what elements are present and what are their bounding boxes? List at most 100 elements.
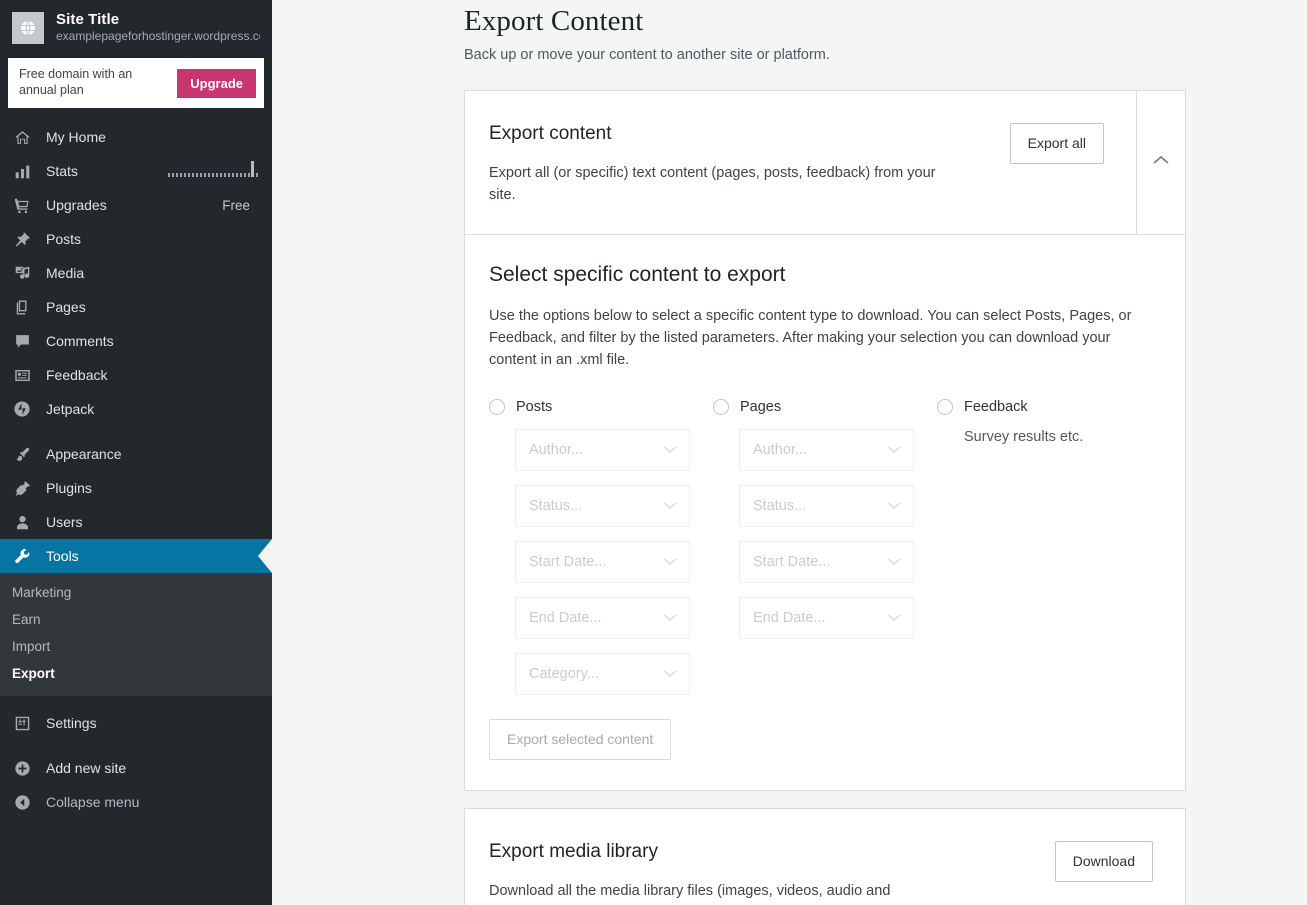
sidebar-item-settings[interactable]: Settings <box>0 706 272 740</box>
active-pointer-arrow <box>258 539 272 573</box>
brush-icon <box>12 444 32 464</box>
submenu-item-marketing[interactable]: Marketing <box>0 579 272 606</box>
sidebar-item-add-new-site[interactable]: Add new site <box>0 751 272 785</box>
feedback-note: Survey results etc. <box>937 429 1161 445</box>
posts-start-date-select[interactable]: Start Date... <box>515 541 690 583</box>
pages-author-select[interactable]: Author... <box>739 429 914 471</box>
stats-bars-icon <box>12 161 32 181</box>
chevron-down-icon <box>663 441 677 459</box>
export-content-heading: Export content <box>489 123 994 146</box>
submenu-item-export[interactable]: Export <box>0 660 272 687</box>
download-media-button[interactable]: Download <box>1055 841 1153 882</box>
sidebar-item-media[interactable]: Media <box>0 256 272 290</box>
sidebar-item-label: Appearance <box>46 446 260 462</box>
upgrade-button[interactable]: Upgrade <box>177 69 256 98</box>
sidebar-item-label: Jetpack <box>46 401 260 417</box>
posts-category-select[interactable]: Category... <box>515 653 690 695</box>
export-selected-wrap: Export selected content <box>489 719 1161 760</box>
export-media-text: Export media library Download all the me… <box>489 841 1039 905</box>
column-posts: Posts Author... Status.. <box>489 399 713 709</box>
sidebar-item-label: My Home <box>46 129 260 145</box>
upgrade-banner: Free domain with an annual plan Upgrade <box>8 58 264 108</box>
sidebar-item-upgrades[interactable]: Upgrades Free <box>0 188 272 222</box>
upgrade-banner-text: Free domain with an annual plan <box>19 67 149 98</box>
page-header: Export Content Back up or move your cont… <box>272 0 1307 63</box>
plus-circle-icon <box>12 758 32 778</box>
pages-status-select[interactable]: Status... <box>739 485 914 527</box>
chevron-up-icon <box>1151 153 1171 171</box>
page-subtitle: Back up or move your content to another … <box>272 38 1307 63</box>
radio-circle-icon <box>937 399 953 415</box>
sidebar-item-my-home[interactable]: My Home <box>0 120 272 154</box>
sidebar-item-appearance[interactable]: Appearance <box>0 437 272 471</box>
sidebar-nav: My Home Stats Upgrades Free <box>0 118 272 819</box>
select-placeholder: Start Date... <box>753 554 887 570</box>
select-placeholder: Status... <box>529 498 663 514</box>
posts-status-select[interactable]: Status... <box>515 485 690 527</box>
submenu-item-earn[interactable]: Earn <box>0 606 272 633</box>
chevron-down-icon <box>663 609 677 627</box>
pages-start-date-select[interactable]: Start Date... <box>739 541 914 583</box>
site-header[interactable]: Site Title examplepageforhostinger.wordp… <box>0 0 272 54</box>
page-title: Export Content <box>272 0 1307 38</box>
radio-feedback[interactable]: Feedback <box>937 399 1161 415</box>
pages-end-date-select[interactable]: End Date... <box>739 597 914 639</box>
pages-filters: Author... Status... <box>713 429 937 639</box>
select-specific-heading: Select specific content to export <box>489 263 1161 287</box>
jetpack-icon <box>12 399 32 419</box>
sidebar-item-label: Plugins <box>46 480 260 496</box>
app-root: Site Title examplepageforhostinger.wordp… <box>0 0 1307 905</box>
radio-posts[interactable]: Posts <box>489 399 713 415</box>
upgrades-plan-badge: Free <box>222 198 260 213</box>
select-placeholder: Author... <box>529 442 663 458</box>
select-placeholder: Category... <box>529 666 663 682</box>
submenu-item-import[interactable]: Import <box>0 633 272 660</box>
globe-icon <box>12 12 44 44</box>
sidebar-item-tools[interactable]: Tools <box>0 539 272 573</box>
sidebar-item-jetpack[interactable]: Jetpack <box>0 392 272 426</box>
select-placeholder: Start Date... <box>529 554 663 570</box>
site-text: Site Title examplepageforhostinger.wordp… <box>56 11 260 44</box>
sidebar-item-plugins[interactable]: Plugins <box>0 471 272 505</box>
chevron-down-icon <box>663 553 677 571</box>
collapse-toggle[interactable] <box>1136 91 1185 234</box>
sidebar-item-users[interactable]: Users <box>0 505 272 539</box>
sidebar-item-label: Media <box>46 265 260 281</box>
sidebar-item-feedback[interactable]: Feedback <box>0 358 272 392</box>
sidebar-item-label: Collapse menu <box>46 794 260 810</box>
nav-divider <box>0 426 272 437</box>
posts-author-select[interactable]: Author... <box>515 429 690 471</box>
sidebar-item-label: Comments <box>46 333 260 349</box>
chevron-down-icon <box>887 497 901 515</box>
export-media-description: Download all the media library files (im… <box>489 880 941 905</box>
sidebar-item-label: Add new site <box>46 760 260 776</box>
sidebar-item-stats[interactable]: Stats <box>0 154 272 188</box>
sidebar: Site Title examplepageforhostinger.wordp… <box>0 0 272 905</box>
sidebar-item-label: Upgrades <box>46 197 222 213</box>
column-pages: Pages Author... Status.. <box>713 399 937 709</box>
radio-pages[interactable]: Pages <box>713 399 937 415</box>
chevron-down-icon <box>887 553 901 571</box>
sidebar-item-label: Posts <box>46 231 260 247</box>
posts-end-date-select[interactable]: End Date... <box>515 597 690 639</box>
plug-icon <box>12 478 32 498</box>
chevron-down-icon <box>663 497 677 515</box>
sidebar-item-label: Users <box>46 514 260 530</box>
export-content-row: Export content Export all (or specific) … <box>465 91 1185 234</box>
content-type-columns: Posts Author... Status.. <box>489 399 1161 709</box>
sidebar-item-comments[interactable]: Comments <box>0 324 272 358</box>
site-title: Site Title <box>56 11 260 28</box>
sidebar-item-label: Feedback <box>46 367 260 383</box>
sidebar-item-pages[interactable]: Pages <box>0 290 272 324</box>
export-content-main: Export content Export all (or specific) … <box>465 91 1136 234</box>
select-specific-section: Select specific content to export Use th… <box>465 234 1185 790</box>
radio-label: Pages <box>740 399 781 415</box>
select-placeholder: Author... <box>753 442 887 458</box>
radio-label: Posts <box>516 399 552 415</box>
sidebar-item-posts[interactable]: Posts <box>0 222 272 256</box>
sidebar-item-collapse-menu[interactable]: Collapse menu <box>0 785 272 819</box>
export-all-button[interactable]: Export all <box>1010 123 1104 164</box>
export-selected-content-button[interactable]: Export selected content <box>489 719 671 760</box>
radio-circle-icon <box>713 399 729 415</box>
export-media-main: Export media library Download all the me… <box>465 809 1185 905</box>
